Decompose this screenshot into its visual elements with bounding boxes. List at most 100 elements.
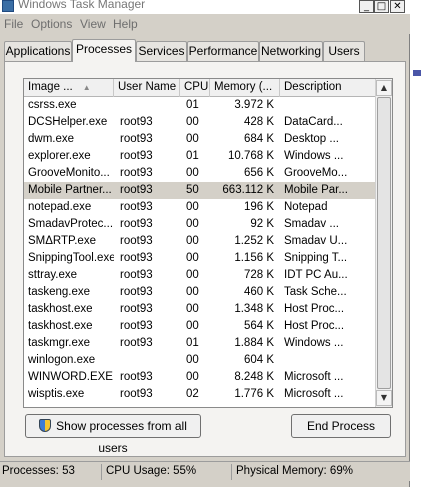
process-description — [284, 97, 376, 114]
process-row[interactable]: taskhost.exe root93 00 564 K Host Proc... — [24, 318, 377, 335]
vertical-scrollbar[interactable]: ▲ ▼ — [375, 79, 392, 407]
process-name: taskhost.exe — [28, 303, 93, 315]
process-row[interactable]: SnippingTool.exe root93 00 1.156 K Snipping … — [24, 250, 377, 267]
process-memory: 10.768 K — [227, 150, 274, 162]
status-physical-memory: Physical Memory: 69% — [236, 465, 353, 477]
process-user: root93 — [120, 388, 153, 400]
end-process-button[interactable]: End Process — [291, 414, 391, 438]
process-user: root93 — [120, 337, 153, 349]
tab-applications[interactable]: Applications — [4, 41, 72, 61]
process-description: Smadav U... — [284, 235, 348, 247]
process-user: root93 — [120, 184, 153, 196]
process-row[interactable]: SmadavProtec... root93 00 92 K Smadav ... — [24, 216, 377, 233]
column-image-name[interactable]: Image ... ▲ — [24, 79, 114, 97]
process-name: SmadavProtec... — [28, 218, 114, 230]
process-user — [120, 352, 180, 369]
task-manager-window: Windows Task Manager _ □ ✕ File Options … — [0, 0, 410, 487]
close-button[interactable]: ✕ — [390, 0, 405, 13]
process-description: Snipping T... — [284, 252, 348, 264]
process-description: DataCard... — [284, 116, 343, 128]
process-cpu: 02 — [186, 388, 199, 400]
process-memory: 663.112 K — [222, 184, 274, 196]
process-cpu: 00 — [186, 167, 199, 179]
process-row[interactable]: taskmgr.exe root93 01 1.884 K Windows ... — [24, 335, 377, 352]
menu-help[interactable]: Help — [113, 17, 138, 31]
process-description: GrooveMo... — [284, 167, 348, 179]
process-row[interactable]: wisptis.exe root93 02 1.776 K Microsoft ... — [24, 386, 377, 403]
process-row[interactable]: GrooveMonito... root93 00 656 K GrooveMo... — [24, 165, 377, 182]
process-memory: 1.156 K — [234, 252, 274, 264]
uac-shield-icon — [39, 419, 52, 432]
scroll-down-icon[interactable]: ▼ — [376, 390, 392, 406]
process-cpu: 50 — [186, 184, 199, 196]
process-user: root93 — [120, 286, 153, 298]
process-row[interactable]: Mobile Partner... root93 50 663.112 K Mobile… — [24, 182, 377, 199]
status-processes: Processes: 53 — [0, 464, 102, 480]
menu-file[interactable]: File — [4, 17, 23, 31]
process-cpu: 00 — [186, 303, 199, 315]
process-description: Notepad — [284, 201, 328, 213]
column-cpu[interactable]: CPU — [180, 79, 210, 97]
process-row[interactable]: explorer.exe root93 01 10.768 K Windows ... — [24, 148, 377, 165]
process-description: Host Proc... — [284, 320, 345, 332]
tab-services[interactable]: Services — [136, 41, 187, 61]
process-description: Mobile Par... — [284, 184, 348, 196]
tab-networking[interactable]: Networking — [259, 41, 323, 61]
maximize-button[interactable]: □ — [374, 0, 389, 13]
process-user: root93 — [120, 150, 153, 162]
menu-options[interactable]: Options — [31, 17, 72, 31]
process-description: Desktop ... — [284, 133, 339, 145]
scroll-up-icon[interactable]: ▲ — [376, 80, 392, 96]
tab-processes[interactable]: Processes — [72, 39, 136, 62]
column-memory[interactable]: Memory (... — [210, 79, 280, 97]
process-cpu: 00 — [186, 201, 199, 213]
process-list[interactable]: Image ... ▲ User Name CPU Memory (... Des… — [23, 78, 393, 408]
process-memory: 428 K — [243, 116, 274, 128]
process-memory: 564 K — [243, 320, 274, 332]
process-row[interactable]: sttray.exe root93 00 728 K IDT PC Au... — [24, 267, 377, 284]
process-cpu: 00 — [186, 354, 199, 366]
menu-bar: File Options View Help — [0, 14, 410, 34]
title-bar[interactable]: Windows Task Manager _ □ ✕ — [0, 0, 410, 14]
process-memory: 604 K — [243, 354, 274, 366]
process-user: root93 — [120, 252, 153, 264]
menu-view[interactable]: View — [80, 17, 106, 31]
process-user: root93 — [120, 218, 153, 230]
process-row[interactable]: csrss.exe 01 3.972 K — [24, 97, 377, 114]
process-name: GrooveMonito... — [28, 167, 110, 179]
process-description — [284, 352, 376, 369]
process-user: root93 — [120, 269, 153, 281]
scroll-thumb[interactable] — [377, 97, 391, 389]
process-user — [120, 97, 180, 114]
process-row[interactable]: DCSHelper.exe root93 00 428 K DataCard... — [24, 114, 377, 131]
process-row[interactable]: winlogon.exe 00 604 K — [24, 352, 377, 369]
process-cpu: 01 — [186, 99, 199, 111]
process-name: sttray.exe — [28, 269, 77, 281]
window-title: Windows Task Manager — [18, 0, 146, 11]
process-cpu: 00 — [186, 371, 199, 383]
process-cpu: 00 — [186, 218, 199, 230]
process-memory: 728 K — [243, 269, 274, 281]
process-memory: 684 K — [243, 133, 274, 145]
process-memory: 1.776 K — [234, 388, 274, 400]
process-name: notepad.exe — [28, 201, 92, 213]
tab-users[interactable]: Users — [323, 41, 365, 61]
process-cpu: 00 — [186, 235, 199, 247]
process-row[interactable]: WINWORD.EXE root93 00 8.248 K Microsoft ... — [24, 369, 377, 386]
tab-performance[interactable]: Performance — [187, 41, 259, 61]
process-description: Host Proc... — [284, 303, 345, 315]
process-user: root93 — [120, 235, 153, 247]
process-row[interactable]: notepad.exe root93 00 196 K Notepad — [24, 199, 377, 216]
show-all-processes-button[interactable]: Show processes from all users — [25, 414, 201, 455]
column-user-name[interactable]: User Name — [114, 79, 180, 97]
process-row[interactable]: SMΔRTP.exe root93 00 1.252 K Smadav U... — [24, 233, 377, 250]
process-row[interactable]: taskeng.exe root93 00 460 K Task Sche... — [24, 284, 377, 301]
process-row[interactable]: dwm.exe root93 00 684 K Desktop ... — [24, 131, 377, 148]
process-row[interactable]: taskhost.exe root93 00 1.348 K Host Proc... — [24, 301, 377, 318]
column-description[interactable]: Description — [280, 79, 377, 97]
process-cpu: 00 — [186, 269, 199, 281]
process-memory: 3.972 K — [234, 99, 274, 111]
minimize-button[interactable]: _ — [359, 0, 374, 13]
process-cpu: 00 — [186, 133, 199, 145]
process-memory: 92 K — [250, 218, 274, 230]
